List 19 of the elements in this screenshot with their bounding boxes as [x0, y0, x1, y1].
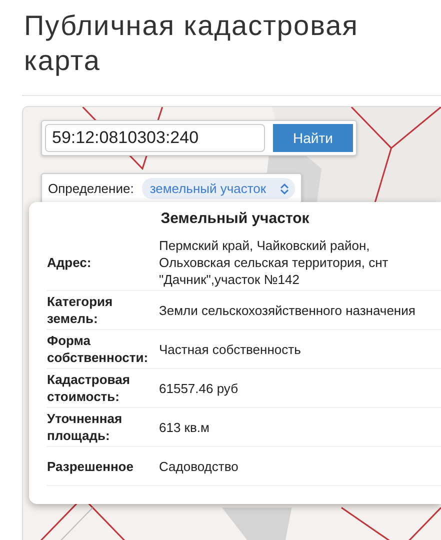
field-value: Садоводство — [159, 458, 238, 474]
field-value: Частная собственность — [159, 340, 301, 358]
chevron-icon — [280, 182, 290, 194]
field-label: Категория земель: — [47, 293, 114, 327]
field-value: Земли сельскохозяйственного назначения — [159, 302, 416, 318]
find-button[interactable]: Найти — [273, 124, 353, 152]
field-label: Кадастровая стоимость: — [47, 371, 131, 405]
popup-title: Земельный участок — [160, 209, 310, 229]
field-label: Форма собственности: — [47, 332, 150, 366]
field-label: Уточненная площадь: — [47, 410, 124, 444]
field-label: Адрес: — [47, 254, 92, 271]
field-label: Разрешенное — [47, 458, 134, 474]
field-value: Пермский край, Чайковский район, Ольховская сельская территория, снт "Дачник",участок №142 — [159, 237, 390, 288]
field-value: 613 кв.м — [159, 418, 210, 436]
definition-select[interactable]: земельный участок — [142, 178, 296, 199]
page-title: Публичная кадастровая карта — [23, 9, 360, 78]
definition-label: Определение: — [48, 181, 134, 196]
cadastral-number-field[interactable]: 59:12:0810303:240 — [45, 124, 265, 152]
field-value: 61557.46 руб — [159, 380, 238, 396]
